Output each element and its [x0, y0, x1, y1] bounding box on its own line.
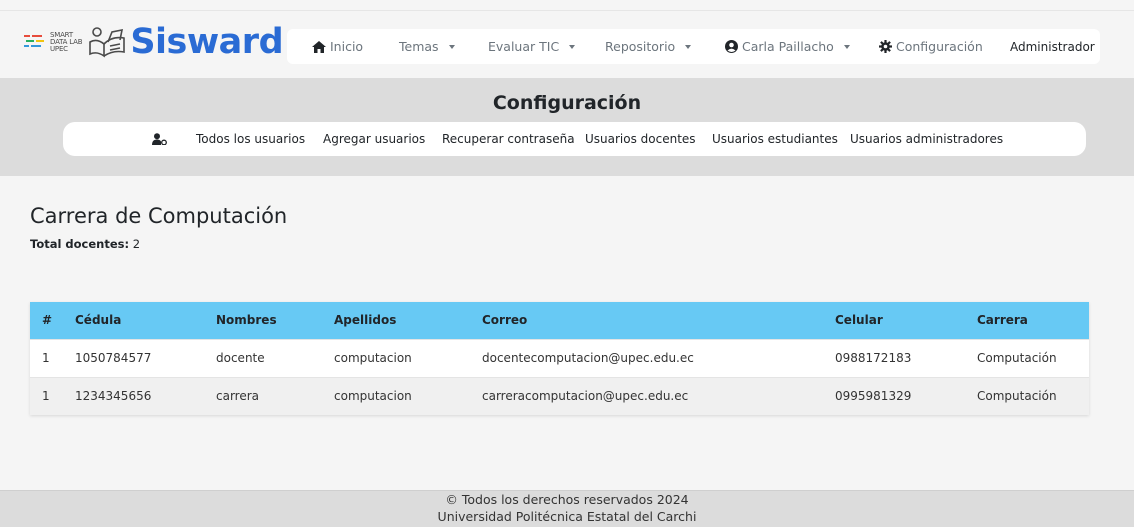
user-cog-icon: [152, 133, 167, 145]
config-subheader: Configuración Todos los usuarios Agregar…: [0, 78, 1134, 176]
subnav-todos-usuarios[interactable]: Todos los usuarios: [196, 122, 305, 156]
nav-user-menu[interactable]: Carla Paillacho: [725, 29, 850, 64]
subnav-usuarios-estudiantes[interactable]: Usuarios estudiantes: [712, 122, 838, 156]
col-header: Cédula: [75, 313, 122, 328]
col-header: #: [42, 313, 53, 328]
header-divider: [0, 10, 1134, 11]
cell-celular: 0995981329: [835, 389, 912, 404]
cell-correo: docentecomputacion@upec.edu.ec: [482, 351, 694, 365]
nav-inicio-label: Inicio: [330, 39, 364, 54]
teachers-table: # Cédula Nombres Apellidos Correo Celula…: [30, 302, 1089, 415]
chevron-down-icon: [569, 44, 576, 49]
cell-cedula: 1234345656: [75, 389, 152, 404]
subnav-usuarios-administradores[interactable]: Usuarios administradores: [850, 122, 1003, 156]
gear-icon: [879, 40, 892, 53]
cell-apellidos: computacion: [334, 351, 412, 365]
table-row: 1 1234345656 carrera computacion carrera…: [30, 377, 1089, 415]
subnav-recuperar-contrasena[interactable]: Recuperar contraseña: [442, 122, 575, 156]
user-circle-icon: [725, 40, 738, 53]
logo[interactable]: SMART DATA LAB UPEC Sisward: [24, 20, 284, 64]
nav-temas[interactable]: Temas: [399, 29, 455, 64]
main-navbar: Inicio Temas Evaluar TIC Repositorio Car…: [287, 29, 1100, 64]
total-label: Total docentes:: [30, 237, 130, 251]
config-subnav: Todos los usuarios Agregar usuarios Recu…: [63, 122, 1086, 156]
cell-nombres: docente: [216, 351, 265, 365]
cell-celular: 0988172183: [835, 351, 912, 365]
smart-data-lab-logo: SMART DATA LAB UPEC: [24, 31, 83, 53]
nav-evaluar-tic[interactable]: Evaluar TIC: [488, 29, 576, 64]
nav-configuracion[interactable]: Configuración: [879, 29, 983, 64]
smart-data-lab-text: SMART DATA LAB UPEC: [50, 31, 83, 53]
cell-carrera: Computación: [977, 389, 1057, 404]
col-header: Correo: [482, 313, 528, 328]
col-header: Nombres: [216, 313, 277, 328]
cell-correo: carreracomputacion@upec.edu.ec: [482, 389, 689, 404]
nav-evaluar-label: Evaluar TIC: [488, 39, 560, 54]
career-title: Carrera de Computación: [30, 204, 288, 228]
nav-repositorio[interactable]: Repositorio: [605, 29, 692, 64]
nav-temas-label: Temas: [399, 39, 439, 54]
chevron-down-icon: [448, 44, 455, 49]
home-icon: [312, 40, 326, 53]
chevron-down-icon: [843, 44, 850, 49]
chevron-down-icon: [685, 44, 692, 49]
nav-role[interactable]: Administrador: [1010, 29, 1095, 64]
subnav-usuarios-docentes[interactable]: Usuarios docentes: [585, 122, 696, 156]
nav-user-label: Carla Paillacho: [742, 39, 834, 54]
cell-nombres: carrera: [216, 389, 260, 404]
smart-data-lab-icon: [24, 35, 44, 47]
nav-configuracion-label: Configuración: [896, 39, 983, 54]
users-config-icon-wrap: [152, 122, 167, 156]
col-header: Celular: [835, 313, 883, 328]
nav-role-label: Administrador: [1010, 39, 1095, 54]
subnav-agregar-usuarios[interactable]: Agregar usuarios: [323, 122, 425, 156]
table-header-row: # Cédula Nombres Apellidos Correo Celula…: [30, 302, 1089, 339]
cell-carrera: Computación: [977, 351, 1057, 365]
cell-index: 1: [42, 389, 50, 404]
university-text: Universidad Politécnica Estatal del Carc…: [437, 509, 697, 524]
nav-inicio[interactable]: Inicio: [312, 29, 363, 64]
col-header: Carrera: [977, 313, 1028, 328]
top-header: SMART DATA LAB UPEC Sisward Inicio Temas: [0, 0, 1134, 78]
upec-line: UPEC: [50, 44, 68, 53]
footer: © Todos los derechos reservados 2024 Uni…: [0, 490, 1134, 527]
book-reader-icon: [89, 27, 126, 58]
total-docentes: Total docentes: 2: [30, 237, 140, 251]
cell-cedula: 1050784577: [75, 351, 152, 365]
table-row: 1 1050784577 docente computacion docente…: [30, 339, 1089, 377]
page-title: Configuración: [492, 92, 642, 114]
total-value: 2: [132, 237, 141, 251]
cell-apellidos: computacion: [334, 389, 412, 404]
brand-name: Sisward: [130, 22, 284, 62]
nav-repositorio-label: Repositorio: [605, 39, 676, 54]
cell-index: 1: [42, 351, 50, 365]
copyright-text: © Todos los derechos reservados 2024: [445, 492, 689, 507]
col-header: Apellidos: [334, 313, 397, 328]
